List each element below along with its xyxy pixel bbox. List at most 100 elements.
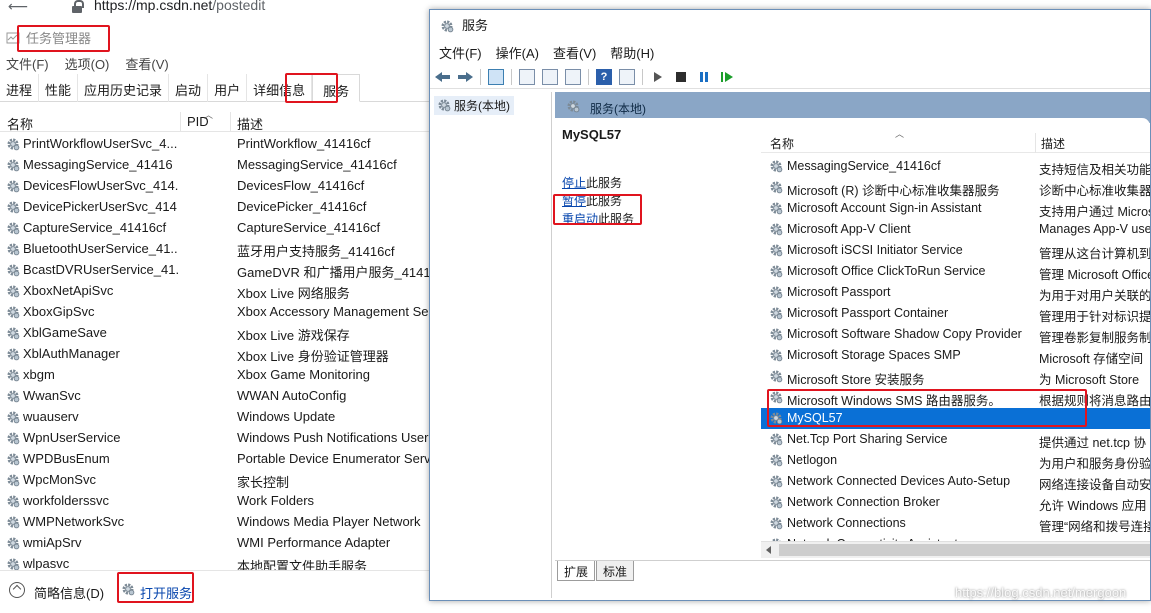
table-row[interactable]: Microsoft (R) 诊断中心标准收集器服务 诊断中心标准收集器 <box>761 177 1150 198</box>
show-action-pane-icon[interactable] <box>619 69 635 85</box>
table-row[interactable]: Microsoft Software Shadow Copy Provider 管… <box>761 324 1150 345</box>
service-gear-icon <box>770 433 783 446</box>
horizontal-scrollbar[interactable] <box>761 541 1150 558</box>
help-icon[interactable]: ? <box>596 69 612 85</box>
service-name: Microsoft Software Shadow Copy Provider <box>787 327 1022 341</box>
column-name[interactable]: 名称 <box>770 135 794 152</box>
scroll-left-icon[interactable] <box>761 542 778 558</box>
service-description: 诊断中心标准收集器 <box>1039 184 1150 198</box>
table-row[interactable]: MessagingService_41416 MessagingService_4… <box>0 155 430 176</box>
refresh-icon[interactable] <box>542 69 558 85</box>
service-description: 管理 Microsoft Office <box>1039 268 1150 282</box>
service-name: Microsoft iSCSI Initiator Service <box>787 243 963 257</box>
start-service-icon[interactable] <box>650 69 666 85</box>
table-row[interactable]: WMPNetworkSvc Windows Media Player Networ… <box>0 512 430 533</box>
table-row[interactable]: BcastDVRUserService_41... GameDVR 和广播用户服务… <box>0 260 430 281</box>
table-row[interactable]: Network Connected Devices Auto-Setup 网络连接… <box>761 471 1150 492</box>
table-row[interactable]: XboxGipSvc Xbox Accessory Management Serv… <box>0 302 430 323</box>
menu-options[interactable]: 选项(O) <box>65 54 110 73</box>
restart-service-icon[interactable] <box>719 69 735 85</box>
table-row[interactable]: PrintWorkflowUserSvc_4... PrintWorkflow_4… <box>0 134 430 155</box>
tab-extended[interactable]: 扩展 <box>557 561 596 581</box>
tab-app-history[interactable]: 应用历史记录 <box>78 74 170 102</box>
service-description: 管理“网络和拨号连接 <box>1039 520 1150 534</box>
tab-users[interactable]: 用户 <box>208 74 248 102</box>
forward-arrow-icon[interactable] <box>457 69 473 85</box>
stop-service-icon[interactable] <box>673 69 689 85</box>
table-row[interactable]: workfolderssvc Work Folders <box>0 491 430 512</box>
back-arrow-icon[interactable]: ⟵ <box>8 0 28 15</box>
tab-standard[interactable]: 标准 <box>596 561 635 581</box>
pane-header: 服务(本地) <box>555 92 1150 120</box>
table-row[interactable]: Microsoft Passport Container 管理用于针对标识提 <box>761 303 1150 324</box>
service-name: BcastDVRUserService_41... <box>23 262 178 277</box>
service-description: 提供通过 net.tcp 协 <box>1039 436 1146 450</box>
service-gear-icon <box>770 328 783 341</box>
export-list-icon[interactable] <box>565 69 581 85</box>
menu-action[interactable]: 操作(A) <box>496 43 539 62</box>
table-row[interactable]: WpcMonSvc 家长控制 <box>0 470 430 491</box>
table-row[interactable]: XblAuthManager Xbox Live 身份验证管理器 <box>0 344 430 365</box>
menu-file[interactable]: 文件(F) <box>439 43 482 62</box>
column-name[interactable]: 名称 <box>7 114 33 133</box>
column-description[interactable]: 描述 <box>1041 135 1065 152</box>
table-row[interactable]: Network Connection Broker 允许 Windows 应用 <box>761 492 1150 513</box>
table-row[interactable]: XboxNetApiSvc Xbox Live 网络服务 <box>0 281 430 302</box>
table-row[interactable]: Microsoft iSCSI Initiator Service 管理从这台计算… <box>761 240 1150 261</box>
table-row[interactable]: Netlogon 为用户和服务身份验 <box>761 450 1150 471</box>
table-row[interactable]: Microsoft App-V Client Manages App-V user… <box>761 219 1150 240</box>
back-arrow-icon[interactable] <box>435 69 451 85</box>
column-description[interactable]: 描述 <box>237 114 263 133</box>
tab-startup[interactable]: 启动 <box>169 74 209 102</box>
table-row[interactable]: DevicePickerUserSvc_414... DevicePicker_4… <box>0 197 430 218</box>
address-text[interactable]: https://mp.csdn.net/postedit <box>94 0 265 13</box>
table-row[interactable]: BluetoothUserService_41... 蓝牙用户支持服务_41416… <box>0 239 430 260</box>
menu-help[interactable]: 帮助(H) <box>610 43 654 62</box>
show-console-tree-icon[interactable] <box>488 69 504 85</box>
properties-icon[interactable] <box>519 69 535 85</box>
menu-view[interactable]: 查看(V) <box>125 54 168 73</box>
service-description: 管理从这台计算机到 <box>1039 247 1150 261</box>
tree-node-services-local[interactable]: 服务(本地) <box>434 96 514 115</box>
console-tree: 服务(本地) <box>432 92 552 598</box>
table-row[interactable]: Network Connections 管理“网络和拨号连接 <box>761 513 1150 534</box>
service-description: 为 Microsoft Store <box>1039 373 1140 387</box>
service-gear-icon <box>770 265 783 278</box>
browser-url-bar[interactable]: ⟵ https://mp.csdn.net/postedit <box>0 0 430 18</box>
tab-processes[interactable]: 进程 <box>0 74 40 102</box>
service-gear-icon <box>7 558 20 571</box>
menu-file[interactable]: 文件(F) <box>6 54 49 73</box>
table-row[interactable]: Microsoft Storage Spaces SMP Microsoft 存储… <box>761 345 1150 366</box>
menu-view[interactable]: 查看(V) <box>553 43 596 62</box>
table-row[interactable]: MessagingService_41416cf 支持短信及相关功能 <box>761 156 1150 177</box>
table-row[interactable]: WpnUserService Windows Push Notifications… <box>0 428 430 449</box>
table-row[interactable]: CaptureService_41416cf CaptureService_414… <box>0 218 430 239</box>
service-gear-icon <box>7 516 20 529</box>
table-row[interactable]: Microsoft Store 安装服务 为 Microsoft Store <box>761 366 1150 387</box>
table-row[interactable]: Microsoft Office ClickToRun Service 管理 Mi… <box>761 261 1150 282</box>
service-description: Xbox Game Monitoring <box>237 367 370 382</box>
tab-performance[interactable]: 性能 <box>39 74 79 102</box>
table-row[interactable]: wmiApSrv WMI Performance Adapter <box>0 533 430 554</box>
column-pid[interactable]: PID <box>187 114 209 129</box>
collapse-up-icon[interactable] <box>9 582 25 598</box>
table-row[interactable]: Microsoft Passport 为用于对用户关联的 <box>761 282 1150 303</box>
scroll-thumb[interactable] <box>779 544 1150 556</box>
stop-service-action[interactable]: 停止此服务 <box>562 174 622 191</box>
table-row[interactable]: WPDBusEnum Portable Device Enumerator Ser… <box>0 449 430 470</box>
table-row[interactable]: Microsoft Account Sign-in Assistant 支持用户通… <box>761 198 1150 219</box>
table-row[interactable]: wuauserv Windows Update <box>0 407 430 428</box>
service-description: 蓝牙用户支持服务_41416cf <box>237 244 395 259</box>
service-name: DevicesFlowUserSvc_414... <box>23 178 178 193</box>
annotation-box-services-tab <box>285 73 338 103</box>
table-row[interactable]: DevicesFlowUserSvc_414... DevicesFlow_414… <box>0 176 430 197</box>
stop-link[interactable]: 停止 <box>562 176 586 190</box>
table-row[interactable]: Net.Tcp Port Sharing Service 提供通过 net.tcp… <box>761 429 1150 450</box>
service-description: 网络连接设备自动安 <box>1039 478 1150 492</box>
task-manager-footer: 简略信息(D) 打开服务 <box>0 570 430 613</box>
table-row[interactable]: WwanSvc WWAN AutoConfig <box>0 386 430 407</box>
pause-service-icon[interactable] <box>696 69 712 85</box>
table-row[interactable]: xbgm Xbox Game Monitoring <box>0 365 430 386</box>
less-details-button[interactable]: 简略信息(D) <box>34 583 104 602</box>
table-row[interactable]: XblGameSave Xbox Live 游戏保存 <box>0 323 430 344</box>
